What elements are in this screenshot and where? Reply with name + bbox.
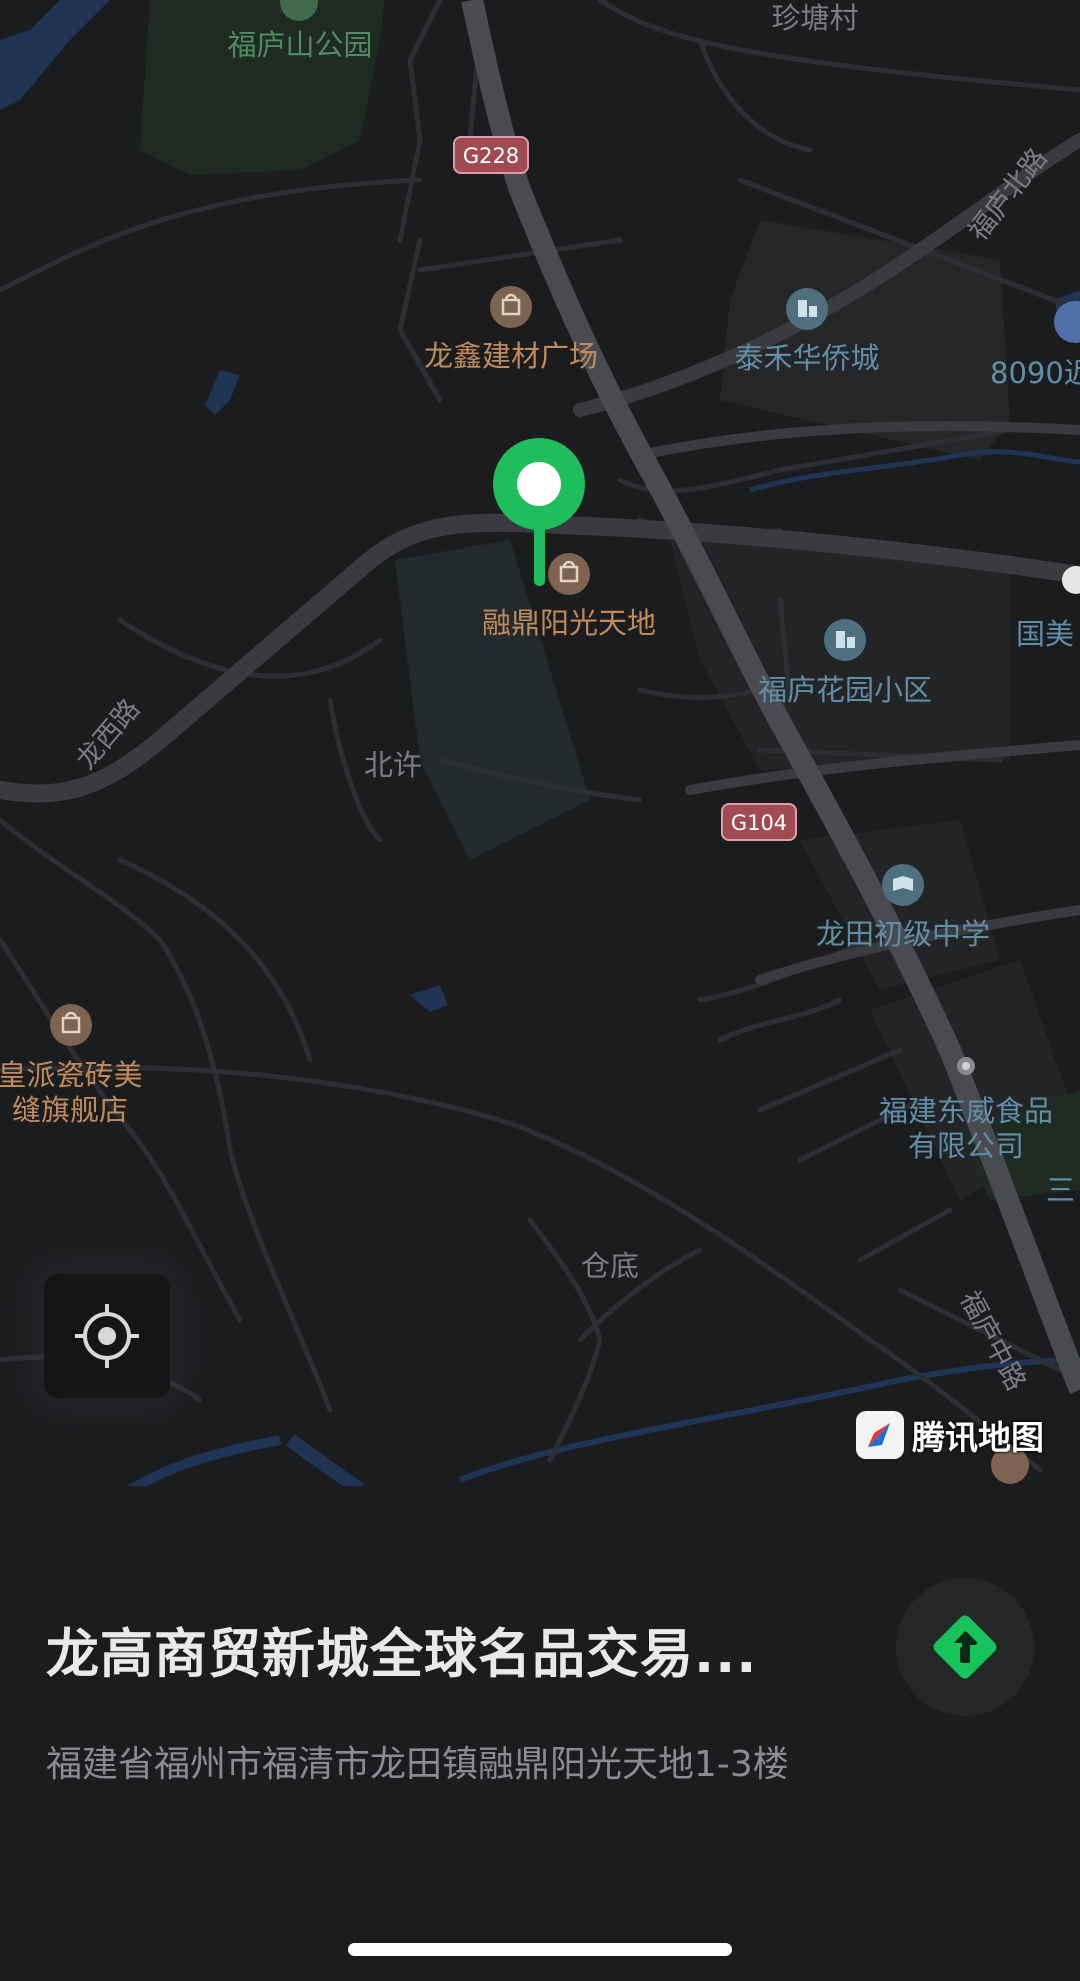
shop-icon[interactable]: [50, 1004, 92, 1046]
map-brand: 腾讯地图: [856, 1408, 1044, 1462]
poi-label: 珍塘村: [771, 1, 858, 35]
poi-label: 仓底: [581, 1249, 639, 1283]
poi-label[interactable]: 泰禾华侨城: [734, 341, 879, 375]
school-icon[interactable]: [882, 864, 924, 906]
poi-label[interactable]: 福建东威食品: [879, 1094, 1053, 1128]
map-canvas[interactable]: G228 G104 福庐山公园 珍塘村 龙鑫建材广场 泰禾华侨城 8090近 融…: [0, 0, 1080, 1490]
poi-label[interactable]: 福庐花园小区: [758, 673, 932, 707]
shield-label: G228: [463, 144, 519, 168]
poi-label[interactable]: 8090近: [990, 356, 1080, 390]
poi-label[interactable]: 福庐山公园: [227, 28, 372, 62]
poi-label[interactable]: 国美: [1016, 617, 1074, 651]
tencent-map-logo-icon: [856, 1411, 904, 1459]
poi-label[interactable]: 龙田初级中学: [816, 917, 990, 951]
brand-label: 腾讯地图: [912, 1418, 1044, 1457]
shop-icon[interactable]: [490, 286, 532, 328]
poi-label[interactable]: 融鼎阳光天地: [482, 606, 656, 640]
place-detail-sheet: 龙高商贸新城全球名品交易... 福建省福州市福清市龙田镇融鼎阳光天地1-3楼: [0, 1486, 1080, 1981]
poi-label[interactable]: 皇派瓷砖美: [0, 1058, 143, 1092]
shop-icon[interactable]: [548, 553, 590, 595]
navigate-button[interactable]: [896, 1578, 1034, 1716]
company-icon[interactable]: [957, 1057, 975, 1075]
building-icon[interactable]: [786, 288, 828, 330]
shield-label: G104: [731, 811, 787, 835]
highway-shield-g228: G228: [453, 136, 529, 174]
place-address: 福建省福州市福清市龙田镇融鼎阳光天地1-3楼: [46, 1744, 789, 1785]
poi-label[interactable]: 龙鑫建材广场: [424, 339, 598, 373]
place-title: 龙高商贸新城全球名品交易...: [46, 1624, 758, 1685]
poi-label[interactable]: 有限公司: [908, 1129, 1024, 1163]
building-icon[interactable]: [824, 619, 866, 661]
crosshair-icon: [75, 1304, 139, 1368]
navigate-icon: [933, 1615, 997, 1679]
locate-me-button[interactable]: [44, 1274, 170, 1398]
highway-shield-g104: G104: [721, 803, 797, 841]
poi-label: 北许: [364, 748, 422, 782]
poi-label[interactable]: 缝旗舰店: [12, 1093, 128, 1127]
home-indicator[interactable]: [348, 1943, 732, 1956]
poi-label: 三: [1046, 1173, 1075, 1207]
